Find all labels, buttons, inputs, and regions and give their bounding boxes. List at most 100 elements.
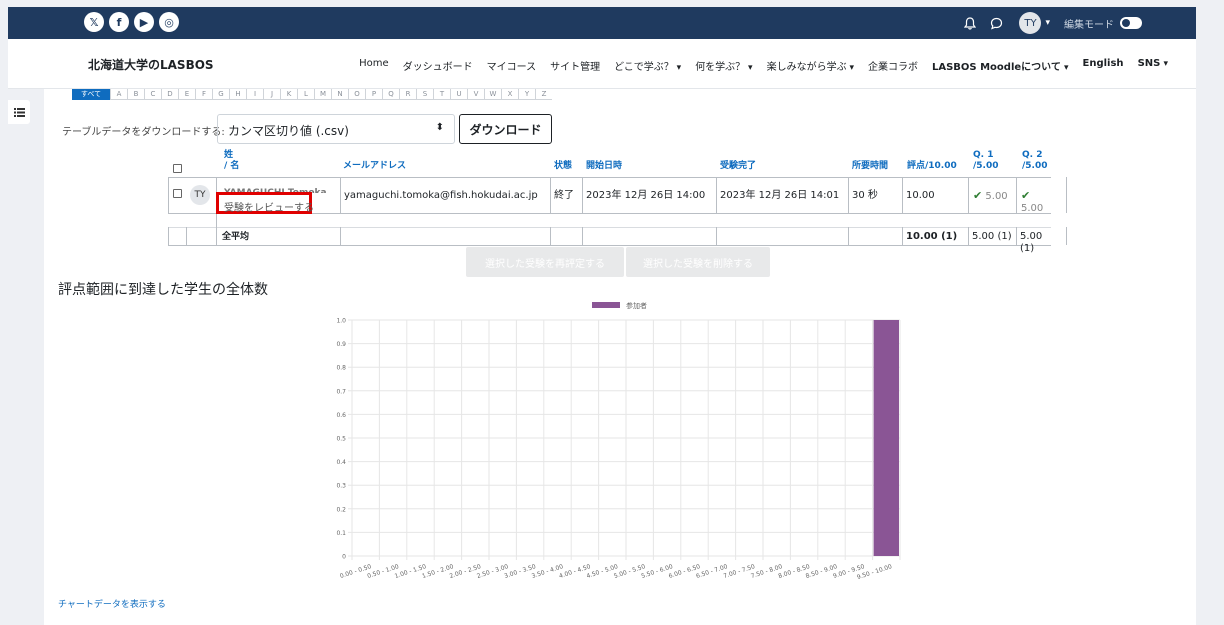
initial-filter-10[interactable]: J bbox=[263, 89, 280, 100]
cell-border bbox=[902, 177, 903, 213]
initial-filter-12[interactable]: L bbox=[297, 89, 314, 100]
initials-filter: すべて A B C D E F G H I J K L M N O P Q R S T U V W X Y Z bbox=[72, 89, 552, 100]
cell-border bbox=[168, 227, 169, 245]
initial-filter-4[interactable]: D bbox=[161, 89, 178, 100]
initial-filter-17[interactable]: Q bbox=[382, 89, 399, 100]
review-attempt-link[interactable]: 受験をレビューする bbox=[224, 199, 314, 214]
nav-item-9[interactable]: English bbox=[1083, 58, 1124, 73]
chevron-down-icon[interactable]: ▾ bbox=[1045, 18, 1050, 28]
header-q2[interactable]: Q. 2 bbox=[1022, 150, 1042, 161]
nav-item-4[interactable]: どこで学ぶ？ bbox=[614, 58, 681, 73]
nav-item-8[interactable]: LASBOS Moodleについて bbox=[932, 58, 1069, 73]
y-tick-label: 0.8 bbox=[336, 365, 346, 372]
table-row-divider bbox=[168, 227, 1051, 228]
chat-icon[interactable] bbox=[987, 14, 1005, 32]
nav-item-5[interactable]: 何を学ぶ？ bbox=[695, 58, 752, 73]
y-tick-label: 0.7 bbox=[336, 388, 346, 395]
q2-value: 5.00 bbox=[1021, 203, 1044, 214]
initial-filter-1[interactable]: A bbox=[110, 89, 127, 100]
initial-filter-8[interactable]: H bbox=[229, 89, 246, 100]
initial-filter-25[interactable]: Y bbox=[518, 89, 535, 100]
initial-filter-13[interactable]: M bbox=[314, 89, 331, 100]
header-completed[interactable]: 受験完了 bbox=[720, 161, 756, 172]
initial-filter-6[interactable]: F bbox=[195, 89, 212, 100]
initial-filter-20[interactable]: T bbox=[433, 89, 450, 100]
nav-item-6[interactable]: 楽しみながら学ぶ bbox=[767, 58, 854, 73]
download-button[interactable]: ダウンロード bbox=[459, 114, 552, 144]
check-icon: ✔ bbox=[973, 189, 983, 202]
cell-border bbox=[902, 227, 903, 245]
cell-border bbox=[716, 177, 717, 213]
header-last-name[interactable]: 姓 bbox=[224, 150, 233, 161]
initial-filter-23[interactable]: W bbox=[484, 89, 501, 100]
header-started[interactable]: 開始日時 bbox=[586, 161, 622, 172]
initial-filter-24[interactable]: X bbox=[501, 89, 518, 100]
youtube-icon[interactable]: ▶ bbox=[134, 12, 154, 32]
header-q2-max: /5.00 bbox=[1022, 161, 1048, 171]
course-index-toggle[interactable] bbox=[8, 100, 30, 124]
download-format-select[interactable]: カンマ区切り値 (.csv) ⬍ bbox=[217, 114, 455, 144]
initial-filter-21[interactable]: U bbox=[450, 89, 467, 100]
initial-filter-16[interactable]: P bbox=[365, 89, 382, 100]
initial-filter-19[interactable]: S bbox=[416, 89, 433, 100]
nav-item-3[interactable]: サイト管理 bbox=[550, 58, 600, 73]
edit-mode-toggle[interactable] bbox=[1120, 17, 1142, 29]
initial-filter-9[interactable]: I bbox=[246, 89, 263, 100]
header-state[interactable]: 状態 bbox=[554, 161, 572, 172]
average-grade: 10.00 (1) bbox=[906, 231, 958, 242]
nav-item-10[interactable]: SNS bbox=[1138, 58, 1168, 73]
bell-icon[interactable] bbox=[961, 14, 979, 32]
student-avatar[interactable]: TY bbox=[190, 185, 210, 205]
cell-border bbox=[186, 227, 187, 245]
cell-border bbox=[1016, 177, 1017, 213]
top-bar: 𝕏 f ▶ ◎ TY ▾ 編集モード bbox=[8, 7, 1196, 39]
cell-border bbox=[1066, 177, 1067, 213]
user-avatar[interactable]: TY bbox=[1019, 12, 1042, 34]
edit-mode-label: 編集モード bbox=[1064, 19, 1114, 31]
nav-item-7[interactable]: 企業コラボ bbox=[868, 58, 918, 73]
show-chart-data-link[interactable]: チャートデータを表示する bbox=[58, 597, 166, 610]
check-icon: ✔ bbox=[1021, 189, 1031, 202]
attempt-state: 終了 bbox=[554, 190, 574, 201]
header-q1[interactable]: Q. 1 bbox=[973, 150, 993, 161]
delete-selected-button[interactable]: 選択した受験を削除する bbox=[626, 247, 770, 277]
attempt-started: 2023年 12月 26日 14:00 bbox=[586, 190, 706, 201]
header-email[interactable]: メールアドレス bbox=[343, 161, 406, 172]
cell-border bbox=[582, 177, 583, 213]
primary-navigation: 北海道大学のLASBOS Home ダッシュボード マイコース サイト管理 どこで学ぶ？… bbox=[8, 39, 1196, 89]
initial-filter-7[interactable]: G bbox=[212, 89, 229, 100]
initial-filter-11[interactable]: K bbox=[280, 89, 297, 100]
nav-item-1[interactable]: ダッシュボード bbox=[403, 58, 473, 73]
initial-filter-18[interactable]: R bbox=[399, 89, 416, 100]
initial-filter-0[interactable]: すべて bbox=[72, 89, 110, 100]
row-checkbox[interactable] bbox=[173, 189, 182, 198]
initial-filter-2[interactable]: B bbox=[127, 89, 144, 100]
header-duration[interactable]: 所要時間 bbox=[852, 161, 888, 172]
cell-border bbox=[168, 177, 169, 213]
site-brand[interactable]: 北海道大学のLASBOS bbox=[88, 56, 214, 73]
attempt-completed: 2023年 12月 26日 14:01 bbox=[720, 190, 840, 201]
select-all-checkbox[interactable] bbox=[173, 164, 182, 173]
facebook-icon[interactable]: f bbox=[109, 12, 129, 32]
grade-distribution-chart: 参加者 1.0 0.9 0.8 0.7 0.6 0.5 0.4 0.3 0.2 0.1 0 0.00 -… bbox=[334, 297, 914, 597]
q1-score[interactable]: ✔ 5.00 bbox=[973, 190, 1008, 203]
y-tick-label: 0.1 bbox=[336, 530, 346, 537]
header-first-name[interactable]: / 名 bbox=[224, 161, 239, 172]
nav-item-2[interactable]: マイコース bbox=[487, 58, 537, 73]
initial-filter-5[interactable]: E bbox=[178, 89, 195, 100]
initial-filter-15[interactable]: O bbox=[348, 89, 365, 100]
y-tick-label: 0.6 bbox=[336, 412, 346, 419]
initial-filter-26[interactable]: Z bbox=[535, 89, 552, 100]
regrade-selected-button[interactable]: 選択した受験を再評定する bbox=[466, 247, 624, 277]
initial-filter-14[interactable]: N bbox=[331, 89, 348, 100]
x-icon[interactable]: 𝕏 bbox=[84, 12, 104, 32]
nav-item-0[interactable]: Home bbox=[359, 58, 389, 73]
initial-filter-3[interactable]: C bbox=[144, 89, 161, 100]
instagram-icon[interactable]: ◎ bbox=[159, 12, 179, 32]
bar-19 bbox=[873, 320, 899, 556]
q2-score[interactable]: ✔ 5.00 bbox=[1021, 190, 1051, 215]
header-grade[interactable]: 評点/10.00 bbox=[907, 161, 957, 172]
download-label: テーブルデータをダウンロードする: bbox=[62, 127, 225, 138]
attempt-grade[interactable]: 10.00 bbox=[906, 190, 935, 202]
initial-filter-22[interactable]: V bbox=[467, 89, 484, 100]
